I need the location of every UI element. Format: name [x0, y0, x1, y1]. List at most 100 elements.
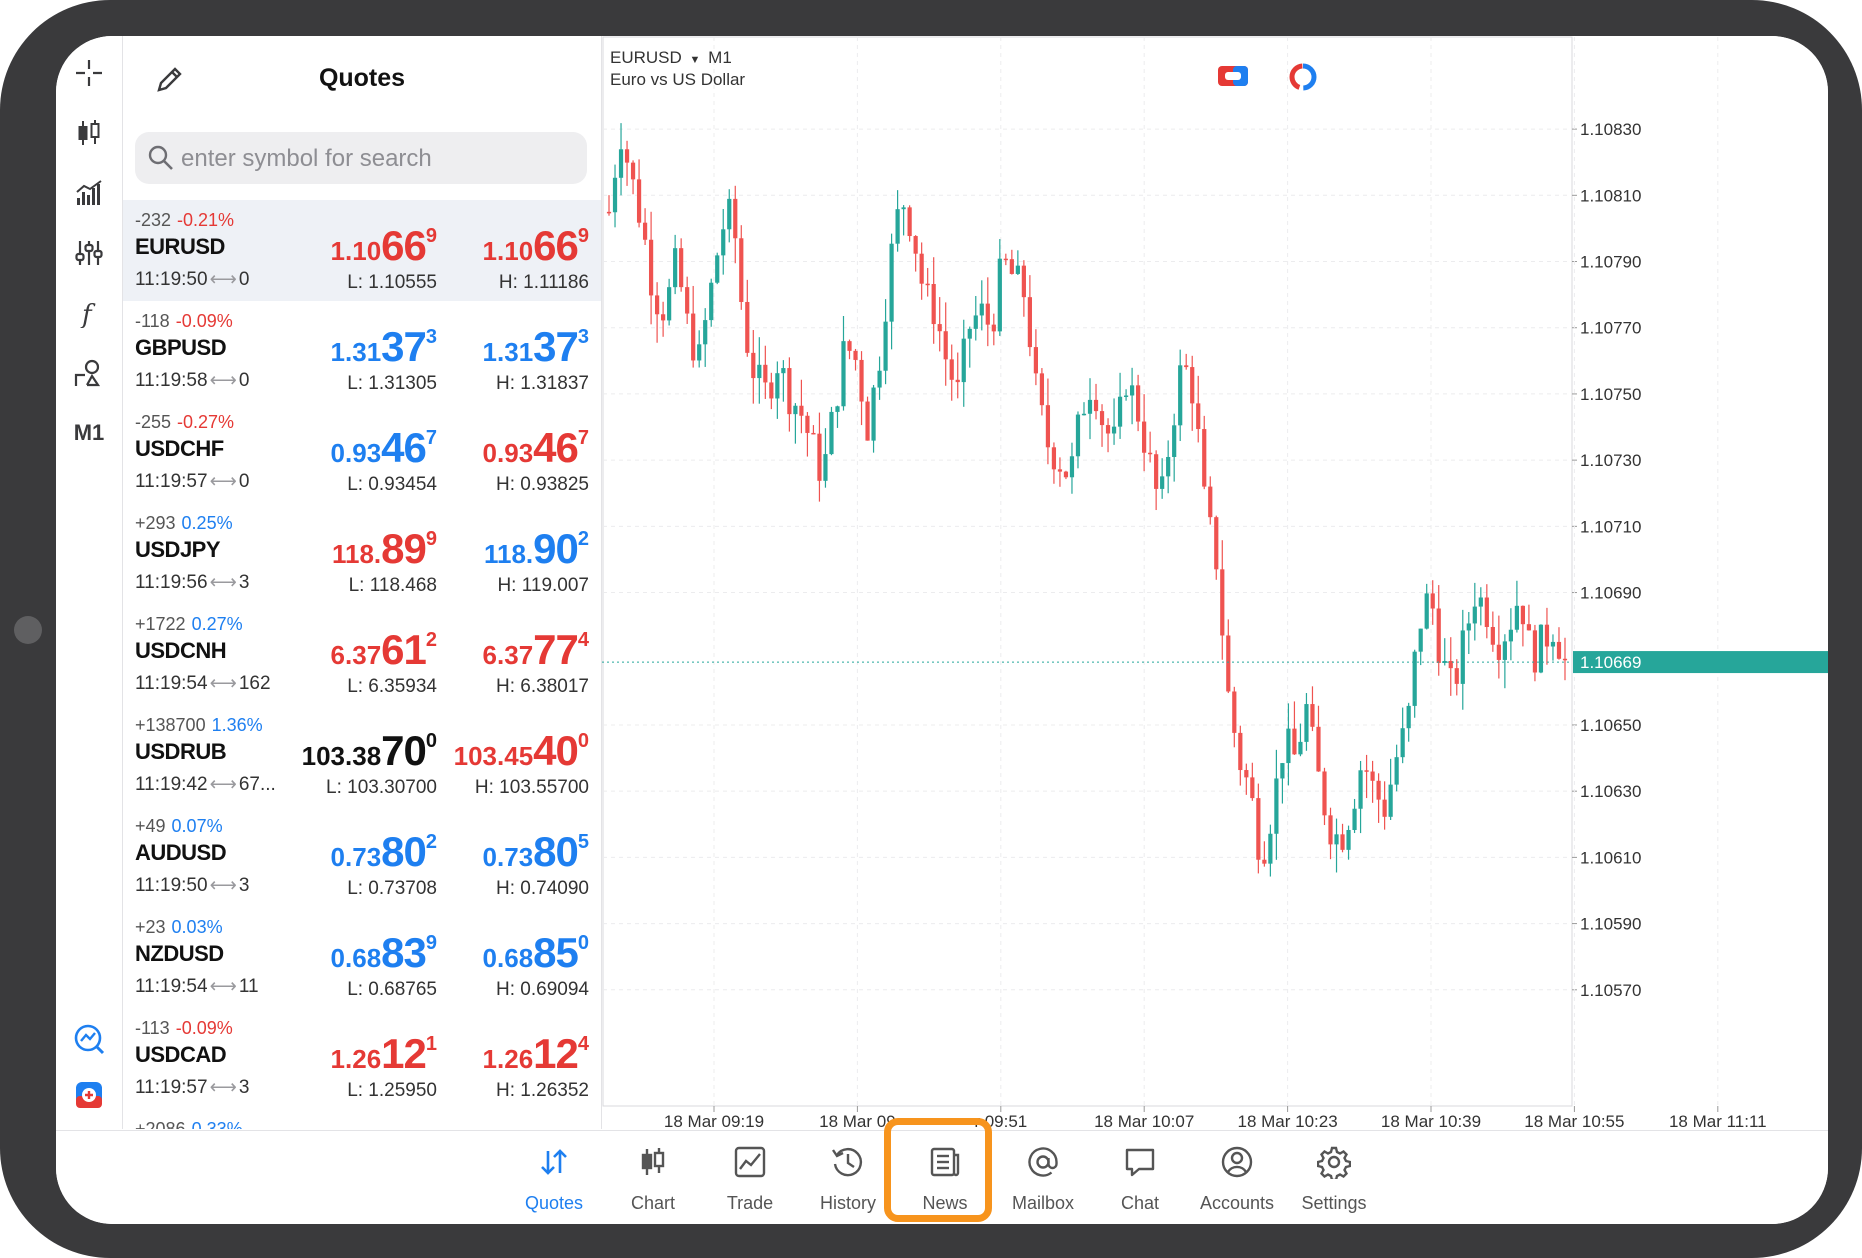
quote-symbol: USDJPY — [135, 537, 221, 562]
quote-high: H: 103.55700 — [474, 777, 589, 798]
bid-price: 0.68839 — [331, 929, 437, 977]
symbol-search-input[interactable] — [179, 132, 583, 186]
candle-body — [655, 295, 660, 315]
chart-symbol-header[interactable]: EURUSD ▼ M1 — [610, 48, 732, 68]
candle-body — [673, 248, 678, 288]
tab-label: Chat — [1120, 1193, 1160, 1213]
candle-body — [1256, 798, 1261, 860]
change-points: +138700 — [135, 715, 206, 735]
chart-symbol: EURUSD — [610, 48, 682, 67]
tab-label: Chart — [630, 1193, 675, 1213]
bid-price-last: 9 — [425, 225, 437, 247]
change-percent: 0.33% — [191, 1119, 243, 1129]
symbol-search-box[interactable] — [135, 132, 587, 186]
quote-row[interactable]: +23 0.03% NZDUSD 11:19:54 ⟷ 11 0.68839 0.68850 L… — [123, 907, 601, 1008]
tab-trade[interactable]: Trade — [702, 1131, 798, 1224]
spread-icon: ⟷ — [209, 370, 237, 391]
depth-of-market-icon[interactable] — [1288, 62, 1318, 92]
candle-body — [1436, 608, 1441, 663]
change-percent: 1.36% — [211, 715, 263, 735]
tab-history[interactable]: History — [800, 1131, 896, 1224]
ask-price: 1.31373 — [483, 323, 589, 371]
quote-timestamp: 11:19:54 — [135, 976, 208, 997]
crosshair-icon[interactable] — [68, 52, 110, 94]
bid-price-prefix: 0.73 — [330, 842, 382, 872]
candle-body — [1466, 623, 1471, 631]
candle-body — [1262, 859, 1267, 864]
tab-accounts[interactable]: Accounts — [1189, 1131, 1285, 1224]
trade-signals-icon[interactable] — [68, 1018, 110, 1060]
tab-chart[interactable]: Chart — [605, 1131, 701, 1224]
quote-symbol: USDCHF — [135, 436, 224, 461]
candle-body — [679, 248, 684, 288]
change-percent: 0.03% — [171, 917, 223, 937]
indicators-bars-icon[interactable] — [68, 172, 110, 214]
candle-body — [979, 303, 984, 316]
tab-news[interactable]: News — [897, 1131, 993, 1224]
chart-area[interactable]: 1.10830 1.10810 1.10790 1.10770 1.10750 1.107… — [602, 36, 1828, 1129]
candle-body — [1298, 741, 1303, 755]
bid-price: 6.37612 — [331, 626, 437, 674]
candle-body — [1454, 668, 1459, 684]
bid-price-prefix: 0.68 — [330, 943, 382, 973]
quote-row[interactable]: -232 -0.21% EURUSD 11:19:50 ⟷ 0 1.10669 1.10669… — [123, 200, 601, 301]
candle-body — [1526, 624, 1532, 631]
change-points: +23 — [135, 917, 166, 937]
trade-plus-icon[interactable] — [68, 1074, 110, 1116]
quote-row[interactable]: +49 0.07% AUDUSD 11:19:50 ⟷ 3 0.73802 0.73805 L:… — [123, 806, 601, 907]
y-tick-label: 1.10830 — [1580, 120, 1641, 139]
settings-sliders-icon[interactable] — [68, 232, 110, 274]
quote-timestamp: 11:19:54 — [135, 673, 208, 694]
candle-body — [1154, 454, 1159, 489]
newspaper-icon — [930, 1147, 960, 1177]
candle-body — [642, 222, 648, 240]
quote-time: 11:19:42 ⟷ 67... — [135, 773, 276, 796]
price-chart[interactable]: 1.10830 1.10810 1.10790 1.10770 1.10750 1.107… — [602, 36, 1828, 1129]
objects-shapes-icon[interactable] — [68, 352, 110, 394]
quotes-arrows-icon — [541, 1149, 567, 1175]
candle-body — [1388, 784, 1393, 817]
function-icon[interactable]: f — [68, 292, 110, 334]
one-click-trading-icon[interactable] — [1218, 64, 1248, 88]
change-percent: -0.21% — [177, 210, 235, 230]
bid-price-big: 66 — [381, 222, 427, 269]
candle-body — [847, 341, 852, 351]
candle-body — [1532, 630, 1538, 673]
x-tick-label: 18 Mar 11:11 — [1669, 1112, 1767, 1129]
candle-body — [997, 258, 1002, 332]
candle-body — [895, 209, 900, 244]
quote-row[interactable]: +1722 0.27% USDCNH 11:19:54 ⟷ 162 6.37612 6.377… — [123, 604, 601, 705]
tab-quotes[interactable]: Quotes — [506, 1131, 602, 1224]
ask-price-big: 80 — [533, 828, 579, 875]
quote-row[interactable]: -255 -0.27% USDCHF 11:19:57 ⟷ 0 0.93467 0.93467… — [123, 402, 601, 503]
chart-type-candles-icon[interactable] — [68, 112, 110, 154]
bid-price-big: 83 — [381, 929, 427, 976]
tab-chat[interactable]: Chat — [1092, 1131, 1188, 1224]
change-points: +293 — [135, 513, 176, 533]
candle-body — [1352, 808, 1357, 830]
quote-row[interactable]: +2086 0.33% — [123, 1109, 601, 1129]
candle-body — [1364, 770, 1369, 772]
quote-row[interactable]: -113 -0.09% USDCAD 11:19:57 ⟷ 3 1.26121 1.26124… — [123, 1008, 601, 1109]
ask-price-big: 40 — [533, 727, 579, 774]
candle-body — [1550, 641, 1556, 647]
tab-mailbox[interactable]: Mailbox — [995, 1131, 1091, 1224]
quote-row[interactable]: -118 -0.09% GBPUSD 11:19:58 ⟷ 0 1.31373 1.31373… — [123, 301, 601, 402]
candle-body — [949, 359, 954, 380]
candle-body — [1057, 469, 1063, 472]
history-clock-icon — [832, 1148, 862, 1177]
quote-row[interactable]: +138700 1.36% USDRUB 11:19:42 ⟷ 67... 103.3870… — [123, 705, 601, 806]
tab-settings[interactable]: Settings — [1286, 1131, 1382, 1224]
candle-body — [709, 282, 714, 321]
candle-body — [1033, 347, 1038, 374]
timeframe-button[interactable]: M1 — [68, 412, 110, 454]
quote-low: L: 1.25950 — [347, 1080, 437, 1101]
candle-body — [727, 198, 732, 230]
candle-body — [624, 149, 630, 163]
quote-time: 11:19:54 ⟷ 11 — [135, 975, 259, 998]
tab-label: Settings — [1301, 1193, 1367, 1213]
change-percent: 0.27% — [191, 614, 243, 634]
quote-high: H: 1.31837 — [496, 373, 589, 394]
quote-row[interactable]: +293 0.25% USDJPY 11:19:56 ⟷ 3 118.899 118.902 L… — [123, 503, 601, 604]
quote-timestamp: 11:19:50 — [135, 269, 208, 290]
